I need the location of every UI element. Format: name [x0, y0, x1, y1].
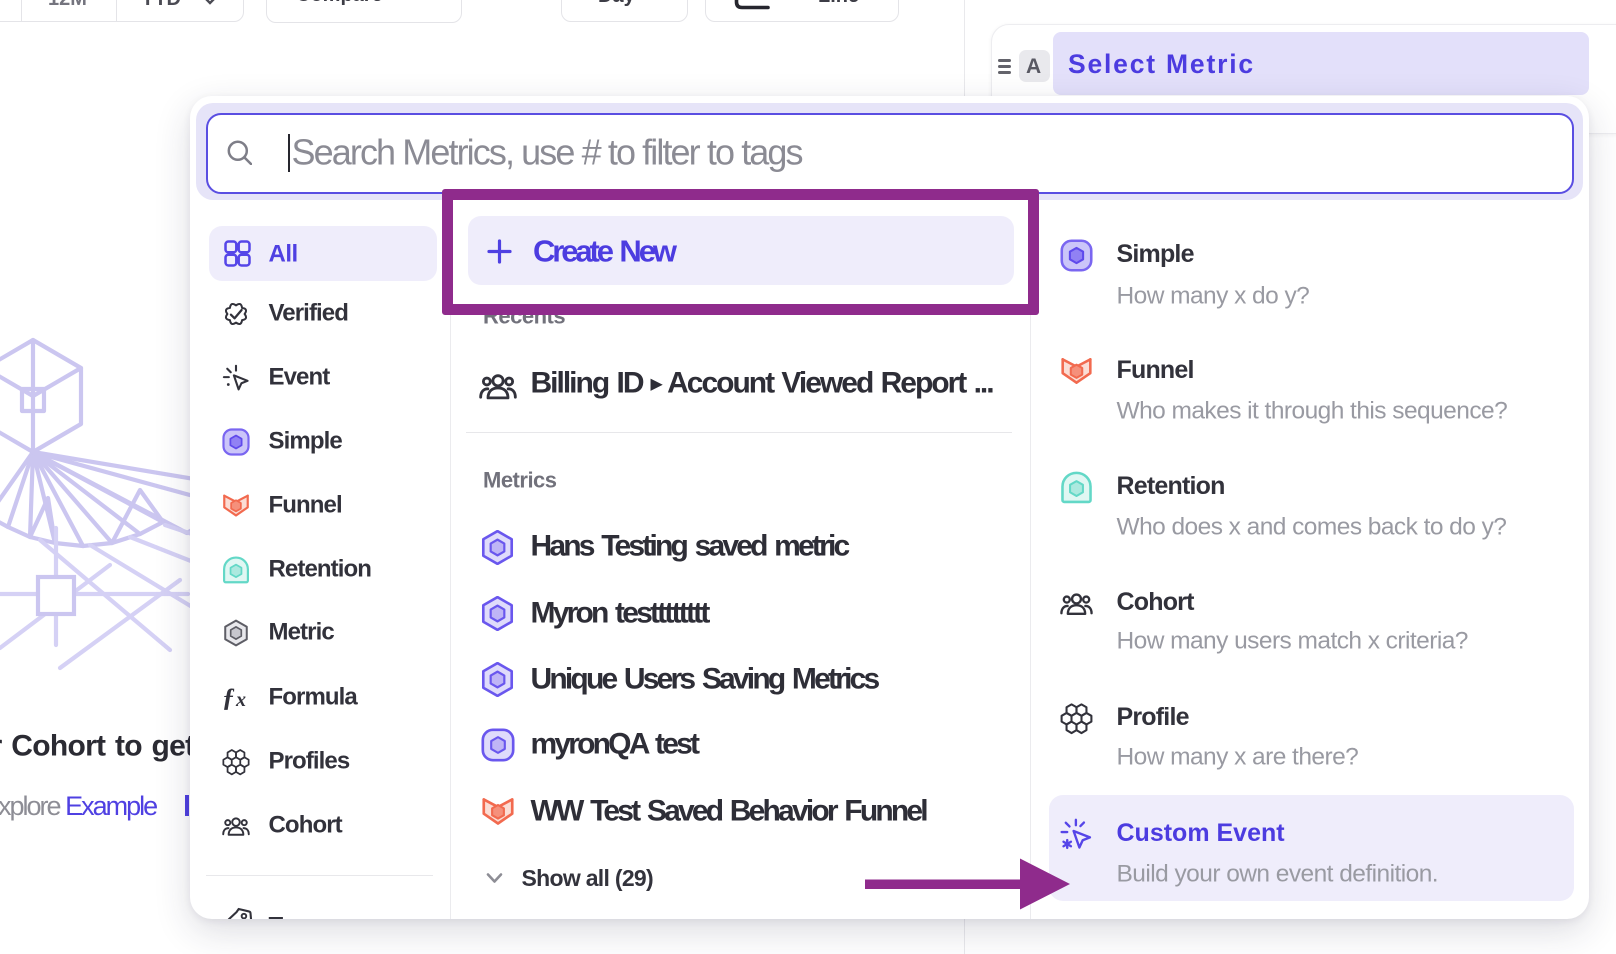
svg-text:ƒ: ƒ: [222, 684, 235, 712]
svg-text:x: x: [235, 689, 246, 711]
